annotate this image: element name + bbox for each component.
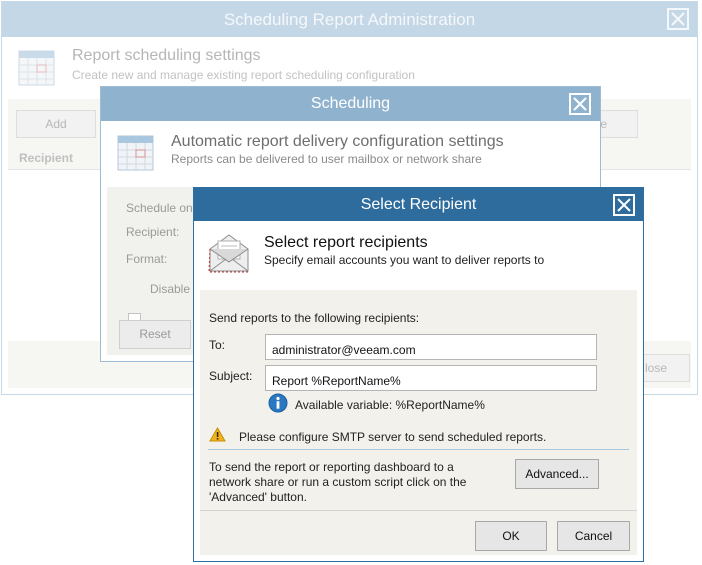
window-title: Scheduling Report Administration bbox=[2, 2, 697, 37]
subject-input[interactable] bbox=[265, 365, 597, 391]
warning-icon bbox=[209, 427, 226, 442]
calendar-icon bbox=[18, 50, 55, 86]
window-title: Select Recipient bbox=[194, 188, 643, 221]
ok-button[interactable]: OK bbox=[475, 521, 547, 551]
advanced-description-line-2: network share or run a custom script cli… bbox=[209, 475, 467, 489]
envelope-icon bbox=[208, 234, 249, 273]
reset-button[interactable]: Reset bbox=[119, 320, 191, 349]
header-title: Automatic report delivery configuration … bbox=[171, 133, 504, 150]
subject-label: Subject: bbox=[209, 369, 253, 383]
close-icon bbox=[671, 12, 685, 26]
send-reports-label: Send reports to the following recipients… bbox=[209, 311, 420, 325]
info-icon bbox=[268, 393, 288, 413]
select-recipient-dialog: Select Recipient Select report recipient… bbox=[193, 187, 644, 562]
footer-divider bbox=[200, 510, 637, 511]
dialog-body: Select report recipients Specify email a… bbox=[200, 221, 637, 555]
header-panel: Automatic report delivery configuration … bbox=[107, 121, 594, 187]
header-subtitle: Specify email accounts you want to deliv… bbox=[264, 253, 545, 267]
to-input[interactable] bbox=[265, 334, 597, 360]
disable-label: Disable s bbox=[150, 282, 200, 296]
recipient-label: Recipient: bbox=[126, 225, 180, 239]
close-button[interactable] bbox=[569, 93, 591, 115]
window-title: Scheduling bbox=[101, 87, 600, 121]
header-title: Report scheduling settings bbox=[72, 47, 261, 64]
close-icon bbox=[573, 97, 587, 111]
header-subtitle: Create new and manage existing report sc… bbox=[72, 68, 415, 82]
advanced-description-line-3: 'Advanced' button. bbox=[209, 490, 307, 504]
advanced-button[interactable]: Advanced... bbox=[515, 459, 599, 489]
advanced-description-line-1: To send the report or reporting dashboar… bbox=[209, 460, 454, 474]
to-label: To: bbox=[209, 338, 226, 352]
schedule-on-label: Schedule on: bbox=[126, 201, 197, 215]
header-subtitle: Reports can be delivered to user mailbox… bbox=[171, 152, 482, 166]
add-button[interactable]: Add bbox=[16, 110, 96, 138]
smtp-warning: Please configure SMTP server to send sch… bbox=[239, 430, 547, 444]
close-button[interactable] bbox=[667, 8, 689, 30]
calendar-icon bbox=[117, 135, 154, 171]
header-title: Select report recipients bbox=[264, 234, 428, 251]
variable-hint: Available variable: %ReportName% bbox=[295, 398, 485, 412]
separator bbox=[208, 449, 629, 450]
recipient-column-header[interactable]: Recipient bbox=[19, 151, 73, 165]
header-panel: Select report recipients Specify email a… bbox=[200, 221, 637, 290]
format-label: Format: bbox=[126, 252, 168, 266]
cancel-button[interactable]: Cancel bbox=[557, 521, 630, 551]
close-icon bbox=[617, 198, 631, 212]
close-button[interactable] bbox=[613, 194, 635, 216]
